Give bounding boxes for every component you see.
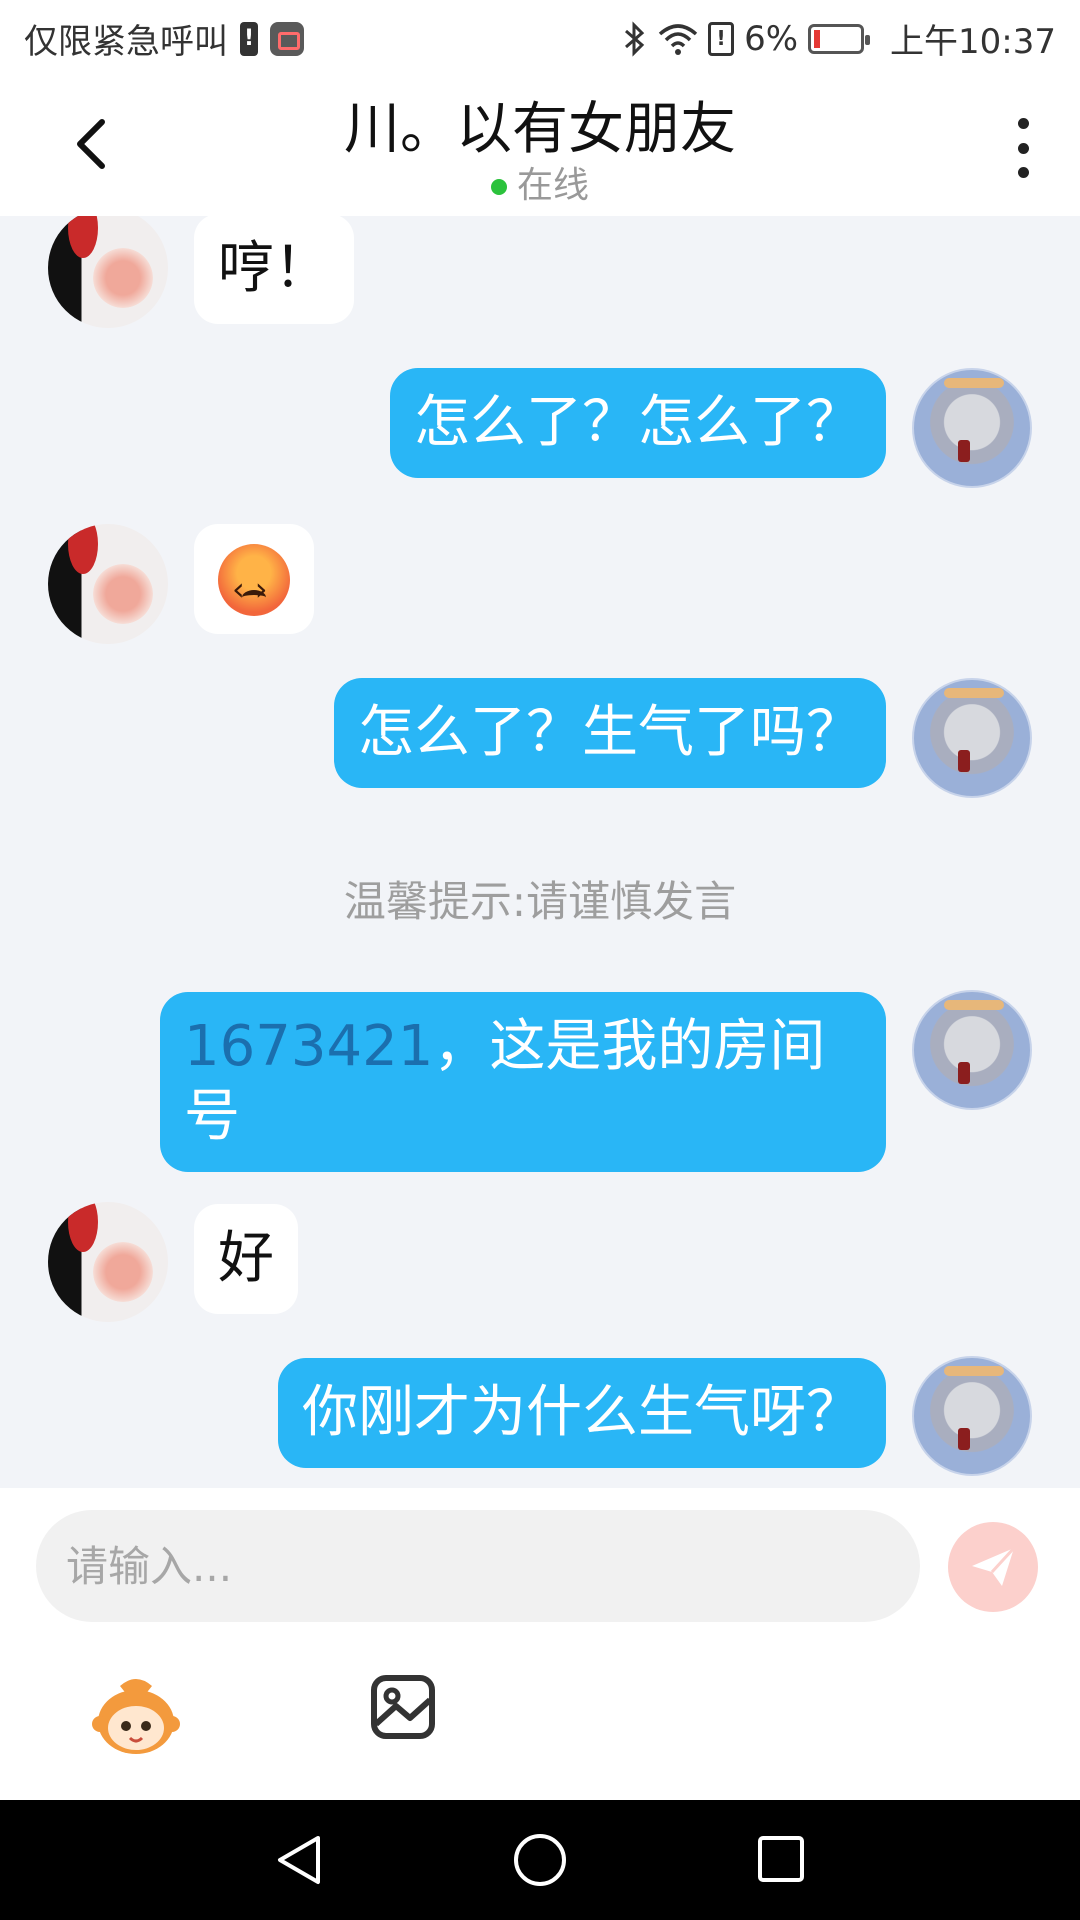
wifi-icon [658,23,698,55]
message-text: 怎么了？怎么了？ [414,390,862,455]
message-bubble-sent[interactable]: 怎么了？怎么了？ [390,368,886,478]
message-bubble-sent[interactable]: 1673421，这是我的房间号 [160,992,886,1172]
more-dot [1017,167,1029,178]
online-status-text: 在线 [516,165,589,206]
message-input[interactable] [36,1510,920,1622]
more-options-icon[interactable] [1012,118,1034,178]
image-icon[interactable] [370,1674,436,1740]
my-avatar[interactable] [912,990,1032,1110]
online-status: 在线 [0,156,1080,208]
sticker-icon[interactable] [90,1672,182,1758]
status-bar-right: ! 6% 上午10:37 [622,14,1056,63]
system-nav-bar [0,1800,1080,1920]
nav-back-icon[interactable] [272,1832,328,1888]
more-dot [1017,118,1029,129]
my-avatar[interactable] [912,368,1032,488]
paper-plane-icon [972,1546,1016,1586]
carrier-text: 仅限紧急呼叫 [24,22,228,62]
chat-message-list[interactable]: 哼！ 怎么了？怎么了？ 怎么了？生气了吗？ 温馨提示:请谨慎发言 1673421… [0,216,1080,1488]
room-number-link[interactable]: 1673421 [184,1014,433,1079]
status-bar-left: 仅限紧急呼叫 ! [24,14,304,63]
alert-badge-icon: ! [240,21,258,56]
message-text: 好 [218,1226,274,1291]
message-bubble-sent[interactable]: 怎么了？生气了吗？ [334,678,886,788]
message-composer [0,1488,1080,1800]
contact-avatar[interactable] [48,216,168,328]
system-tip: 温馨提示:请谨慎发言 [343,877,737,926]
message-bubble-received[interactable] [194,524,314,634]
online-dot-icon [490,179,507,195]
status-bar: 仅限紧急呼叫 ! ! 6% 上午10:37 [0,0,1080,74]
my-avatar[interactable] [912,1356,1032,1476]
message-text: 哼！ [218,236,330,301]
contact-avatar[interactable] [48,524,168,644]
battery-low-icon [808,23,871,54]
nav-home-icon[interactable] [512,1832,568,1888]
angry-face-emoji-icon [218,543,290,624]
message-bubble-sent[interactable]: 你刚才为什么生气呀？ [278,1358,886,1468]
message-text: 怎么了？生气了吗？ [358,700,862,765]
more-dot [1017,142,1029,154]
contact-avatar[interactable] [48,1202,168,1322]
message-bubble-received[interactable]: 好 [194,1204,298,1314]
contact-name: 川。以有女朋友 [344,97,736,162]
message-text: 你刚才为什么生气呀？ [302,1380,862,1445]
status-time: 上午10:37 [890,22,1056,62]
screen-record-icon [270,21,304,56]
send-button[interactable] [948,1522,1038,1612]
my-avatar[interactable] [912,678,1032,798]
nav-recent-icon[interactable] [756,1834,806,1884]
sd-alert-icon: ! [708,21,735,56]
battery-percent: 6% [744,18,799,59]
bluetooth-icon [625,20,645,57]
message-bubble-received[interactable]: 哼！ [194,216,354,324]
chat-header: 川。以有女朋友 在线 [0,74,1080,216]
